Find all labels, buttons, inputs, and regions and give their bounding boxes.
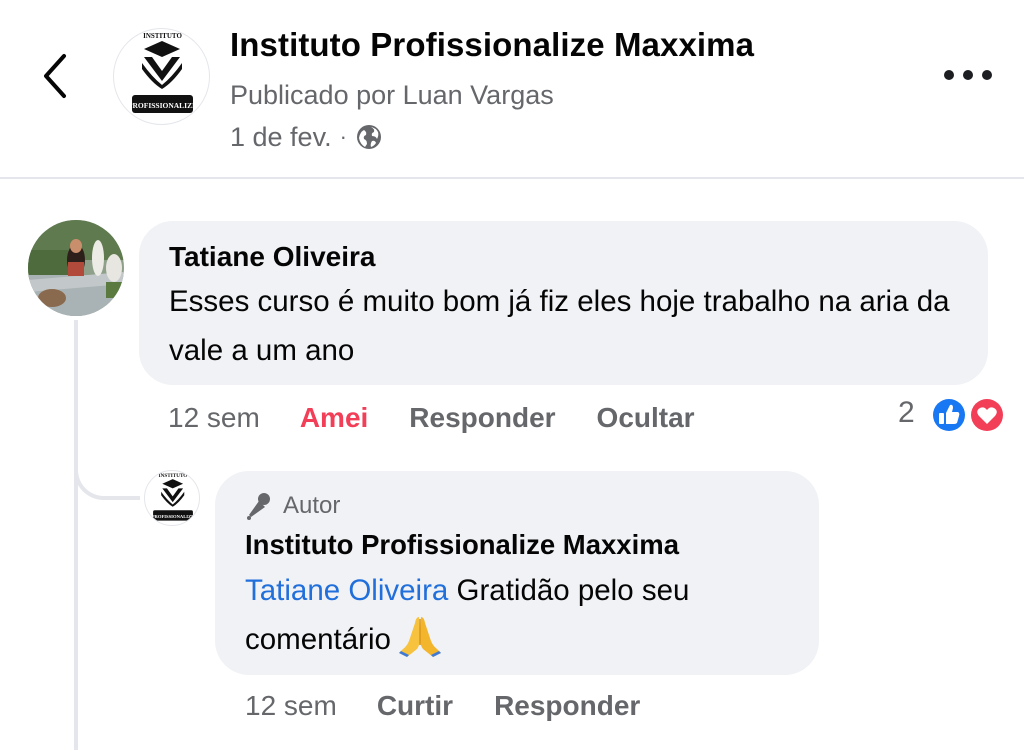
- more-horizontal-icon: [944, 70, 954, 80]
- institute-logo-small: INSTITUTO PROFISSIONALIZE: [152, 473, 195, 521]
- reply-bubble[interactable]: Autor Instituto Profissionalize Maxxima …: [215, 471, 819, 675]
- avatar-photo: [28, 220, 124, 316]
- reply-button[interactable]: Responder: [409, 402, 555, 434]
- author-badge: Autor: [245, 491, 340, 521]
- post-header: INSTITUTO PROFISSIONALIZE Instituto Prof…: [0, 0, 1024, 178]
- reply-to-reply-button[interactable]: Responder: [494, 690, 640, 722]
- like-button[interactable]: Curtir: [377, 690, 453, 722]
- reply-text: Tatiane Oliveira Gratidão pelo seu comen…: [245, 567, 805, 664]
- institute-logo: INSTITUTO PROFISSIONALIZE: [128, 32, 197, 113]
- reply-time[interactable]: 12 sem: [245, 690, 337, 722]
- more-horizontal-icon-dot: [963, 70, 973, 80]
- page-avatar[interactable]: INSTITUTO PROFISSIONALIZE: [113, 28, 210, 125]
- microphone-icon: [247, 493, 270, 520]
- reply-author[interactable]: Instituto Profissionalize Maxxima: [245, 529, 679, 561]
- published-by: Publicado por Luan Vargas: [230, 80, 554, 110]
- meta-separator: ·: [339, 124, 347, 149]
- folded-hands-emoji: [398, 617, 441, 657]
- page-title[interactable]: Instituto Profissionalize Maxxima: [230, 26, 754, 64]
- svg-text:INSTITUTO: INSTITUTO: [143, 32, 182, 40]
- post-date[interactable]: 1 de fev.: [230, 122, 332, 153]
- back-button[interactable]: [36, 50, 76, 102]
- commenter-avatar[interactable]: [28, 220, 124, 316]
- reactions-summary[interactable]: [929, 395, 1009, 435]
- more-horizontal-icon-dot: [982, 70, 992, 80]
- love-reaction-icon: [969, 397, 1005, 433]
- comment-author[interactable]: Tatiane Oliveira: [169, 241, 375, 273]
- chevron-left-icon: [44, 54, 66, 98]
- reply-author-avatar[interactable]: INSTITUTO PROFISSIONALIZE: [144, 470, 200, 526]
- thread-connector: [74, 430, 140, 500]
- hide-button[interactable]: Ocultar: [597, 402, 695, 434]
- like-reaction-icon: [931, 397, 967, 433]
- svg-text:INSTITUTO: INSTITUTO: [159, 473, 188, 479]
- header-divider: [0, 177, 1024, 179]
- thread-line: [74, 320, 78, 750]
- comment-actions: 12 sem Amei Responder Ocultar: [168, 398, 736, 438]
- reaction-count[interactable]: 2: [898, 396, 915, 430]
- comment-bubble[interactable]: Tatiane Oliveira Esses curso é muito bom…: [139, 221, 988, 385]
- globe-icon: [356, 125, 381, 149]
- love-reaction-button[interactable]: Amei: [300, 402, 368, 434]
- author-badge-label: Autor: [283, 492, 341, 519]
- svg-text:PROFISSIONALIZE: PROFISSIONALIZE: [128, 101, 197, 110]
- mention-link[interactable]: Tatiane Oliveira: [245, 574, 448, 607]
- comment-text: Esses curso é muito bom já fiz eles hoje…: [169, 285, 950, 367]
- comment-time[interactable]: 12 sem: [168, 402, 260, 434]
- reply-actions: 12 sem Curtir Responder: [245, 686, 681, 726]
- more-options-button[interactable]: [944, 60, 992, 90]
- post-meta: 1 de fev. ·: [230, 120, 383, 154]
- svg-text:PROFISSIONALIZE: PROFISSIONALIZE: [152, 514, 195, 519]
